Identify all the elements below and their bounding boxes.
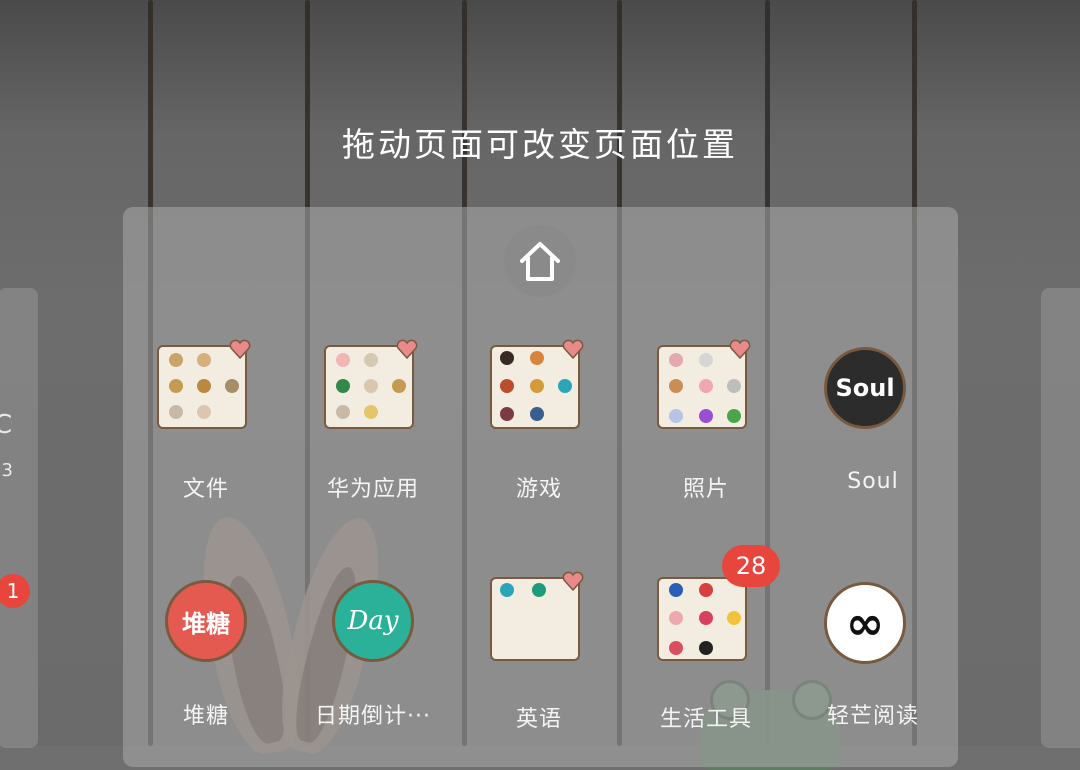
- day-icon: Day: [332, 580, 414, 662]
- heart-icon: [562, 339, 584, 359]
- adjacent-page-left[interactable]: [0, 288, 38, 748]
- page-title: 拖动页面可改变页面位置: [342, 125, 738, 164]
- folder-icon: [657, 577, 747, 661]
- folder-icon: [657, 339, 751, 429]
- folder-files[interactable]: 文件: [123, 339, 289, 525]
- notification-badge: 28: [722, 545, 780, 587]
- adjacent-page-right[interactable]: [1041, 288, 1080, 748]
- heart-icon: [729, 339, 751, 359]
- heart-icon: [229, 339, 251, 359]
- folder-english[interactable]: 英语: [456, 571, 622, 757]
- app-label: 轻芒阅读: [826, 704, 919, 729]
- set-home-page-button[interactable]: [504, 225, 576, 297]
- app-label: 生活工具: [659, 707, 752, 732]
- adjacent-page-text: 23: [0, 460, 13, 481]
- folder-icon: [490, 339, 584, 429]
- app-label: 照片: [682, 477, 729, 502]
- app-label: 堆糖: [182, 704, 229, 729]
- infinity-icon: ∞: [824, 582, 906, 664]
- adjacent-page-text: C: [0, 410, 13, 440]
- folder-icon: [324, 339, 418, 429]
- heart-icon: [396, 339, 418, 359]
- folder-games[interactable]: 游戏: [456, 339, 622, 525]
- app-label: 华为应用: [326, 477, 419, 502]
- app-day-countdown[interactable]: Day 日期倒计···: [290, 580, 456, 760]
- folder-photos[interactable]: 照片: [623, 339, 789, 525]
- app-duitang[interactable]: 堆糖 堆糖: [123, 580, 289, 760]
- app-qingmang-reading[interactable]: ∞ 轻芒阅读: [790, 582, 956, 762]
- app-label: 日期倒计···: [315, 704, 431, 729]
- app-label: 游戏: [515, 477, 562, 502]
- app-label: 文件: [182, 477, 229, 502]
- folder-life-tools[interactable]: 生活工具: [623, 577, 789, 757]
- folder-icon: [490, 571, 584, 661]
- duitang-icon: 堆糖: [165, 580, 247, 662]
- app-label: Soul: [847, 469, 899, 494]
- soul-icon: Soul: [824, 347, 906, 429]
- heart-icon: [562, 571, 584, 591]
- home-icon: [520, 242, 560, 281]
- folder-huawei-apps[interactable]: 华为应用: [290, 339, 456, 525]
- folder-icon: [157, 339, 251, 429]
- app-label: 英语: [515, 707, 562, 732]
- app-soul[interactable]: Soul Soul: [790, 347, 956, 527]
